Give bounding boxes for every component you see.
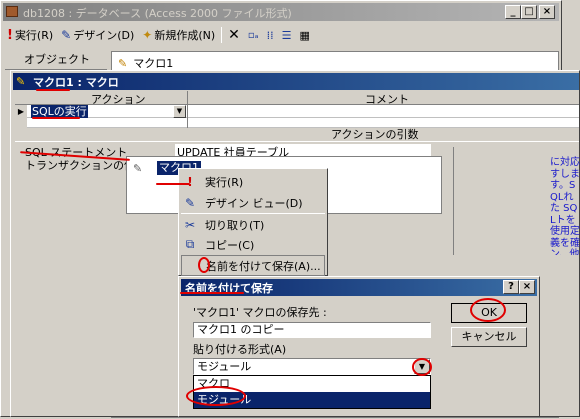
macro-title-bar[interactable]: ✎ マクロ1 : マクロ xyxy=(13,73,579,90)
design-button[interactable]: ✎ デザイン(D) xyxy=(59,26,136,44)
design-icon: ✎ xyxy=(184,195,196,210)
format-select[interactable]: モジュール ▼ xyxy=(193,358,431,375)
help-text: に対応すします。SQLれた SQLトを使用定義を確ン、他のすることF1 キー xyxy=(550,157,580,255)
delete-icon[interactable]: ✕ xyxy=(226,26,242,44)
close-button[interactable]: × xyxy=(539,5,555,19)
new-icon: ✦ xyxy=(142,28,153,42)
menu-item-cut[interactable]: ✂ 切り取り(T) xyxy=(179,214,326,235)
database-title: db1208 : データベース (Access 2000 ファイル形式) xyxy=(23,7,292,20)
run-button[interactable]: ! 実行(R) xyxy=(5,26,55,44)
details-view-icon[interactable]: ▦ xyxy=(297,26,311,44)
format-label: 貼り付ける形式(A) xyxy=(193,343,287,356)
dialog-close-button[interactable]: × xyxy=(519,280,535,294)
copy-icon: ⧉ xyxy=(185,237,195,251)
menu-item-design-view[interactable]: ✎ デザイン ビュー(D) xyxy=(179,192,326,213)
row-divider xyxy=(187,105,188,118)
annotation-underline xyxy=(32,117,80,119)
help-pane: に対応すします。SQLれた SQLトを使用定義を確ン、他のすることF1 キー xyxy=(453,147,580,255)
table-row[interactable] xyxy=(15,118,579,128)
macro-title: マクロ1 : マクロ xyxy=(33,76,119,89)
arguments-header: アクションの引数 xyxy=(331,128,419,141)
maximize-button[interactable]: □ xyxy=(521,5,537,19)
annotation-underline xyxy=(36,89,70,91)
macro-icon: ✎ xyxy=(118,56,128,70)
small-icons-icon[interactable]: ⁞⁞ xyxy=(265,26,276,44)
exclamation-icon: ! xyxy=(187,174,193,189)
name-input[interactable]: マクロ1 のコピー xyxy=(193,322,431,338)
grid-header: アクション コメント xyxy=(15,91,579,106)
list-view-icon[interactable]: ☰ xyxy=(280,26,294,44)
db-toolbar: ! 実行(R) ✎ デザイン(D) ✦ 新規作成(N) ✕ ▫ₐ ⁞⁞ ☰ ▦ xyxy=(5,25,559,45)
header-divider xyxy=(187,91,188,105)
exclamation-icon: ! xyxy=(7,27,13,43)
arguments-divider xyxy=(15,141,579,142)
annotation-underline xyxy=(180,292,244,294)
annotation-circle xyxy=(412,358,432,376)
annotation-circle xyxy=(186,386,246,406)
menu-item-copy[interactable]: ⧉ コピー(C) xyxy=(179,234,326,255)
database-title-bar[interactable]: db1208 : データベース (Access 2000 ファイル形式) _ □… xyxy=(3,3,559,21)
database-icon xyxy=(6,6,18,17)
annotation-circle xyxy=(470,298,506,322)
annotation-circle xyxy=(198,257,210,273)
annotation-underline xyxy=(156,183,190,185)
action-dropdown-button[interactable]: ▼ xyxy=(173,105,186,118)
design-icon: ✎ xyxy=(61,28,72,42)
cancel-button[interactable]: キャンセル xyxy=(451,327,527,347)
save-to-label: 'マクロ1' マクロの保存先 : xyxy=(193,306,327,319)
toolbar-separator xyxy=(221,27,223,43)
help-button[interactable]: ? xyxy=(503,280,519,294)
objects-label: オブジェクト xyxy=(24,53,90,66)
scissors-icon: ✂ xyxy=(184,217,196,232)
new-button[interactable]: ✦ 新規作成(N) xyxy=(140,26,217,44)
row-selector-arrow-icon: ▶ xyxy=(15,105,27,118)
macro-icon: ✎ xyxy=(16,75,26,88)
row-selector xyxy=(15,118,27,128)
list-item[interactable]: ✎ マクロ1 xyxy=(118,55,173,71)
macro-icon: ✎ xyxy=(133,162,143,175)
table-row[interactable]: ▶ SQLの実行 ▼ xyxy=(15,105,579,118)
menu-item-run[interactable]: ! 実行(R) xyxy=(179,171,326,192)
minimize-button[interactable]: _ xyxy=(505,5,521,19)
row-divider xyxy=(187,118,188,128)
large-icons-icon[interactable]: ▫ₐ xyxy=(246,26,261,44)
